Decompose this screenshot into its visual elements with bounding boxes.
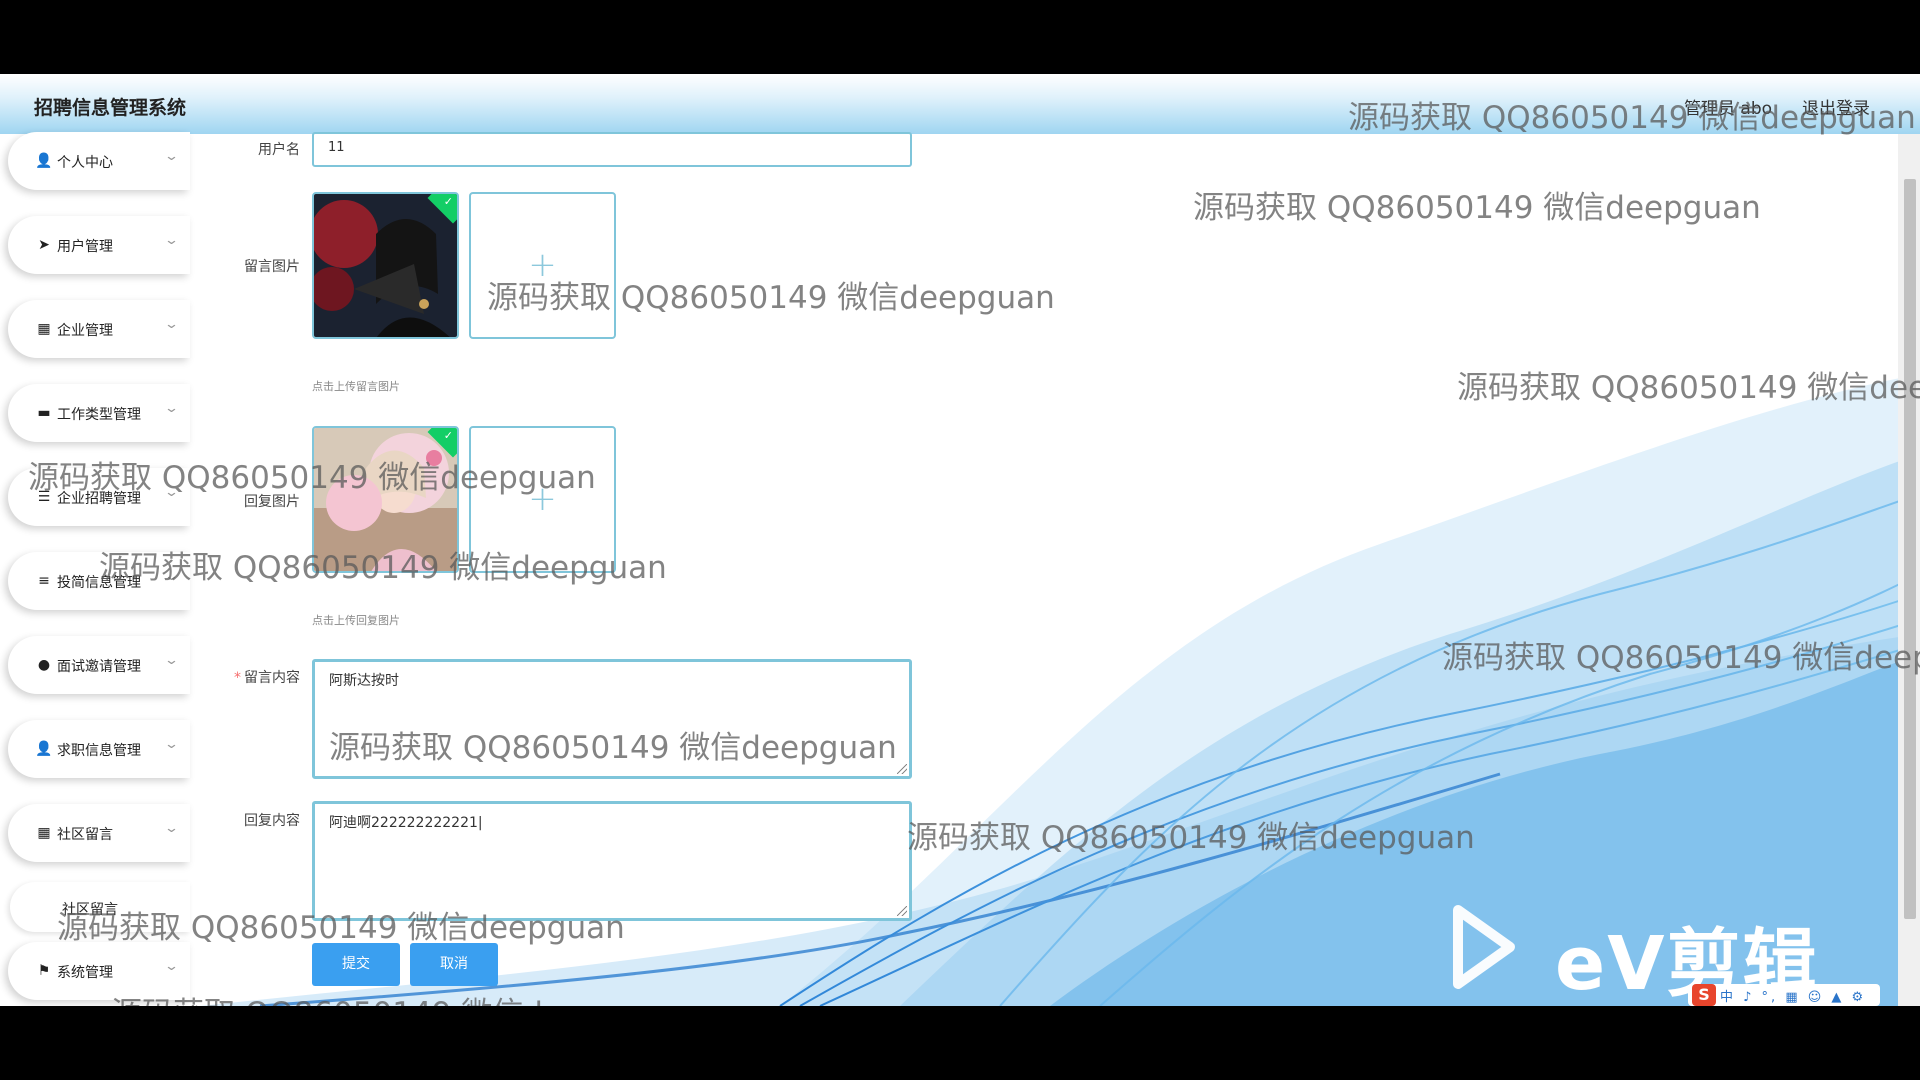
scrollbar-thumb[interactable] xyxy=(1904,179,1916,919)
watermark-text: 源码获取 QQ86050149 微信deepguan xyxy=(907,820,1475,856)
flag-icon: ⚑ xyxy=(37,963,51,979)
watermark-text: 源码获取 QQ86050149 微信deepguan xyxy=(487,280,1055,316)
submit-button[interactable]: 提交 xyxy=(312,943,400,986)
watermark-text: 源码获取 QQ86050149 微信deepguan xyxy=(1193,190,1761,226)
cancel-button[interactable]: 取消 xyxy=(410,943,498,986)
chevron-down-icon: ⌄ xyxy=(163,401,180,416)
chevron-down-icon: ⌄ xyxy=(163,959,180,974)
sidebar-item-interview-management[interactable]: ● 面试邀请管理 ⌄ xyxy=(8,636,190,694)
message-photo xyxy=(314,194,457,337)
chevron-down-icon: ⌄ xyxy=(163,737,180,752)
sidebar-item-community-messages[interactable]: ▦ 社区留言 ⌄ xyxy=(8,804,190,862)
send-icon: ➤ xyxy=(38,237,50,253)
sidebar-item-label: 工作类型管理 xyxy=(57,407,141,423)
sidebar-item-jobseeker-management[interactable]: 👤 求职信息管理 ⌄ xyxy=(8,720,190,778)
sidebar-item-label: 求职信息管理 xyxy=(57,743,141,759)
reply-content-label: 回复内容 xyxy=(244,813,300,829)
reply-content-value: 阿迪啊222222222221| xyxy=(329,815,483,831)
reply-image-hint: 点击上传回复图片 xyxy=(312,614,400,627)
watermark-text: 源码获取 QQ86050149 微信deepguan xyxy=(57,910,625,946)
sidebar-item-label: 企业管理 xyxy=(57,323,113,339)
watermark-text: 源码获取 QQ86050149 微信deepguan xyxy=(111,988,679,1006)
watermark-text: 源码获取 QQ86050149 微信deepguan xyxy=(28,460,596,496)
chevron-down-icon: ⌄ xyxy=(163,317,180,332)
check-icon: ✓ xyxy=(443,195,453,208)
grid-icon: ▦ xyxy=(37,321,51,337)
book-icon: ▬ xyxy=(37,405,51,421)
message-image-hint: 点击上传留言图片 xyxy=(312,380,400,393)
watermark-text: 源码获取 QQ86050149 微信deepguan xyxy=(1348,100,1916,136)
sidebar-item-user-management[interactable]: ➤ 用户管理 ⌄ xyxy=(8,216,190,274)
ime-status-icons[interactable]: 中 ♪ °, ▦ ☺ ▲ ⚙ xyxy=(1720,986,1866,1005)
message-image-label: 留言图片 xyxy=(244,259,300,275)
check-icon: ✓ xyxy=(443,429,453,442)
message-image-thumbnail[interactable]: ✓ xyxy=(312,192,459,339)
watermark-text: 源码获取 QQ86050149 微信deepguan xyxy=(99,550,667,586)
chevron-down-icon: ⌄ xyxy=(163,149,180,164)
sidebar-item-label: 社区留言 xyxy=(57,827,113,843)
resize-handle[interactable] xyxy=(897,764,907,774)
message-content-value: 阿斯达按时 xyxy=(329,673,399,689)
bulb-icon: ● xyxy=(37,657,51,673)
chevron-down-icon: ⌄ xyxy=(163,233,180,248)
watermark-text: 源码获取 QQ86050149 微信deepg xyxy=(1442,640,1920,676)
app-window: 招聘信息管理系统 管理员 abo 退出登录 👤 个人中心 ⌄ ➤ 用户管理 ⌄ … xyxy=(0,74,1920,1006)
sidebar-item-personal-center[interactable]: 👤 个人中心 ⌄ xyxy=(8,132,190,190)
watermark-text: 源码获取 QQ86050149 微信deepguan xyxy=(329,730,897,766)
sidebar-item-job-type-management[interactable]: ▬ 工作类型管理 ⌄ xyxy=(8,384,190,442)
sidebar-item-company-management[interactable]: ▦ 企业管理 ⌄ xyxy=(8,300,190,358)
chevron-down-icon: ⌄ xyxy=(163,821,180,836)
message-content-label-text: 留言内容 xyxy=(244,670,300,686)
sidebar-item-label: 面试邀请管理 xyxy=(57,659,141,675)
user-icon: 👤 xyxy=(35,153,53,169)
sogou-ime-icon[interactable]: S xyxy=(1692,984,1716,1006)
sidebar-item-label: 用户管理 xyxy=(57,239,113,255)
message-content-label: * 留言内容 xyxy=(200,667,300,687)
chevron-down-icon: ⌄ xyxy=(163,653,180,668)
sidebar-item-label: 系统管理 xyxy=(57,965,113,981)
video-letterbox-bottom xyxy=(0,1006,1920,1080)
username-field[interactable]: 11 xyxy=(312,132,912,167)
resize-handle[interactable] xyxy=(897,906,907,916)
username-label: 用户名 xyxy=(258,142,300,158)
watermark-text: 源码获取 QQ86050149 微信deep xyxy=(1457,370,1920,406)
app-title: 招聘信息管理系统 xyxy=(34,97,187,119)
grid-icon: ▦ xyxy=(37,825,51,841)
required-mark: * xyxy=(234,670,241,686)
user-icon: 👤 xyxy=(35,741,53,757)
sidebar-item-label: 个人中心 xyxy=(57,155,113,171)
video-letterbox-top xyxy=(0,0,1920,74)
list-icon: ≡ xyxy=(38,573,50,589)
